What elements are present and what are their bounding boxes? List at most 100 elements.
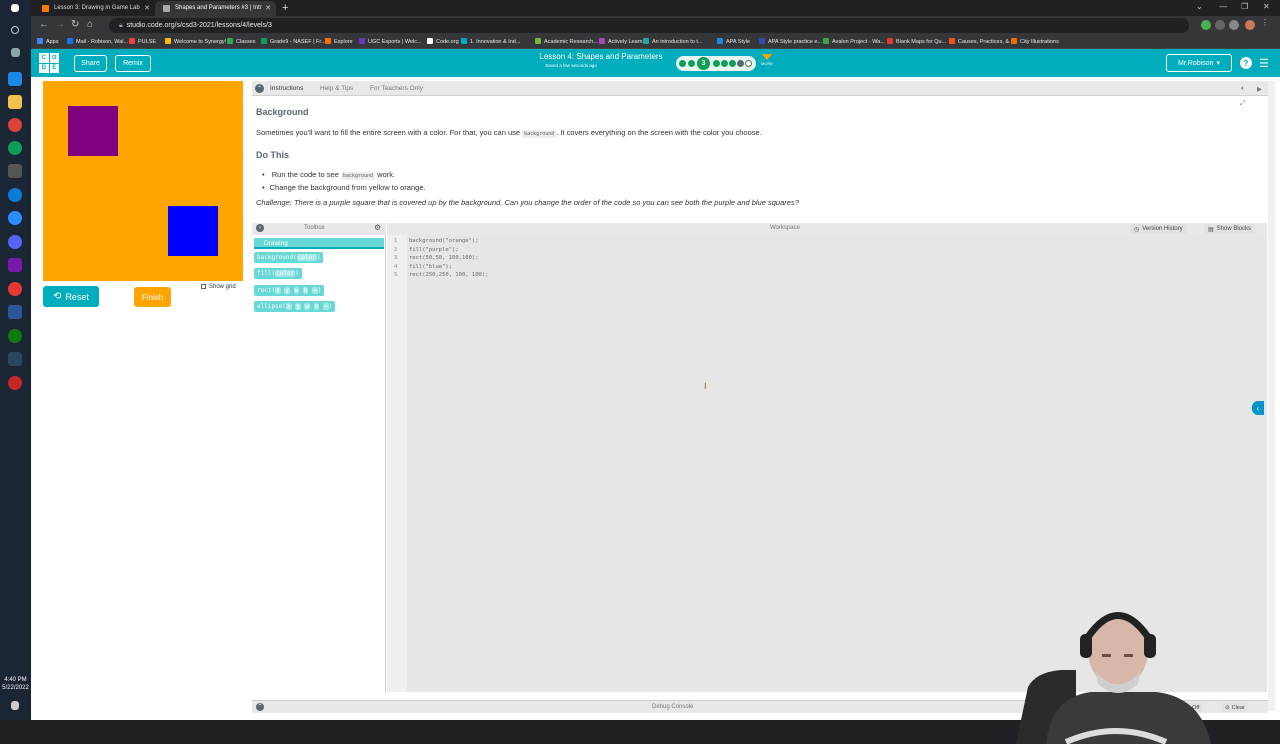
lesson-title[interactable]: Lesson 4: Shapes and Parameters: [501, 52, 701, 61]
bookmark-item[interactable]: Code.org: [427, 38, 459, 45]
steam-icon[interactable]: [8, 72, 22, 86]
store-icon[interactable]: [8, 164, 22, 178]
level-dot[interactable]: [729, 60, 736, 67]
tab-help-tips[interactable]: Help & Tips: [320, 85, 353, 92]
expand-debug-icon[interactable]: ⌃: [256, 703, 264, 711]
play-icon[interactable]: ▶: [1257, 85, 1262, 93]
taskbar-date[interactable]: 5/22/2022: [0, 684, 31, 692]
app-icon[interactable]: [8, 282, 22, 296]
code-line[interactable]: rect(50,50, 100,100);: [409, 255, 479, 261]
bookmark-item[interactable]: APA Style practice e...: [759, 38, 822, 45]
puzzle-icon[interactable]: [1229, 20, 1239, 30]
code-line[interactable]: background("orange");: [409, 238, 479, 244]
block-background[interactable]: background(color): [254, 252, 324, 263]
start-icon[interactable]: [11, 4, 19, 12]
bookmark-item[interactable]: Welcome to Synergy!: [165, 38, 226, 45]
instructions-scrollbar[interactable]: [1268, 81, 1275, 711]
tab-instructions[interactable]: Instructions: [270, 85, 303, 92]
expand-icon[interactable]: ⤢: [1240, 100, 1246, 108]
tab-lesson-3[interactable]: Lesson 3: Drawing in Game Lab ✕: [34, 1, 155, 16]
chrome-alt-icon[interactable]: [8, 141, 22, 155]
level-dot[interactable]: [745, 60, 752, 67]
block-rect[interactable]: rect(x y w h →): [254, 285, 325, 296]
bookmark-item[interactable]: Apps: [37, 38, 59, 45]
onenote-icon[interactable]: [8, 258, 22, 272]
more-levels-button[interactable]: MORE: [761, 54, 773, 66]
close-window-icon[interactable]: ✕: [1263, 2, 1270, 11]
version-history-button[interactable]: ◷ Version History: [1130, 224, 1187, 234]
forward-icon[interactable]: →: [55, 19, 65, 30]
folder-icon[interactable]: [8, 95, 22, 109]
back-icon[interactable]: ←: [39, 19, 49, 30]
collapse-icon[interactable]: ⌃: [255, 84, 264, 93]
level-dot[interactable]: [713, 60, 720, 67]
help-icon[interactable]: ?: [1240, 57, 1252, 69]
bookmark-item[interactable]: Avalon Project - Wa...: [823, 38, 885, 45]
bookmark-item[interactable]: Explore: [325, 38, 353, 45]
close-tab-icon[interactable]: ✕: [144, 4, 150, 12]
profile-avatar[interactable]: [1245, 20, 1255, 30]
extension-icon[interactable]: [1201, 20, 1211, 30]
level-dot[interactable]: [721, 60, 728, 67]
bookmark-item[interactable]: An introduction to t...: [643, 38, 702, 45]
bookmark-item[interactable]: Classes: [227, 38, 256, 45]
zoom-icon[interactable]: [8, 211, 22, 225]
show-blocks-button[interactable]: ▤ Show Blocks: [1204, 224, 1256, 234]
speaker-icon[interactable]: 🔈︎: [1241, 85, 1245, 93]
bookmark-item[interactable]: 1. Innovation & Ind...: [461, 38, 520, 45]
tab-shapes-parameters[interactable]: Shapes and Parameters #3 | Intr ✕: [155, 1, 276, 16]
collapse-toolbox-icon[interactable]: ‹: [256, 224, 264, 232]
restore-icon[interactable]: ❐: [1241, 2, 1248, 11]
show-grid-checkbox[interactable]: Show grid: [201, 284, 236, 290]
category-drawing[interactable]: Drawing: [254, 238, 384, 249]
user-menu-button[interactable]: Mr.Robison ▾: [1166, 54, 1232, 72]
code-line[interactable]: fill("purple");: [409, 247, 459, 253]
bookmark-item[interactable]: Blank Maps for Qu...: [887, 38, 946, 45]
minimize-icon[interactable]: —: [1219, 2, 1227, 11]
bookmark-item[interactable]: APA Style: [717, 38, 750, 45]
chrome-icon[interactable]: [8, 118, 22, 132]
bookmark-star-icon[interactable]: [1215, 20, 1225, 30]
bookmark-item[interactable]: Grade9 - NASEF | Fr...: [261, 38, 326, 45]
finish-button[interactable]: Finish: [134, 287, 171, 307]
game-canvas[interactable]: [43, 81, 243, 281]
bookmark-item[interactable]: Mail - Robison, Wal...: [67, 38, 128, 45]
bookmark-item[interactable]: PULSE: [129, 38, 156, 45]
code-line[interactable]: fill("blue");: [409, 264, 452, 270]
side-panel-toggle-icon[interactable]: ‹: [1252, 401, 1264, 415]
tab-teachers-only[interactable]: For Teachers Only: [370, 85, 423, 92]
reload-icon[interactable]: ↻: [71, 19, 79, 30]
level-dot[interactable]: [737, 60, 744, 67]
bookmark-item[interactable]: Actively Learn: [599, 38, 643, 45]
gear-icon[interactable]: ⚙: [374, 223, 381, 232]
taskbar-time[interactable]: 4:40 PM: [0, 676, 31, 684]
current-level-dot[interactable]: 3: [697, 57, 710, 70]
taskview-icon[interactable]: [11, 48, 20, 57]
close-tab-icon[interactable]: ✕: [265, 4, 271, 12]
xbox-icon[interactable]: [8, 329, 22, 343]
discord-icon[interactable]: [8, 235, 22, 249]
block-ellipse[interactable]: ellipse(x y w h →): [254, 301, 336, 312]
inline-code[interactable]: background: [340, 172, 376, 180]
level-dot[interactable]: [688, 60, 695, 67]
tab-search-icon[interactable]: ⌄: [1196, 2, 1203, 11]
bookmark-item[interactable]: UGC Esports | Welc...: [359, 38, 422, 45]
inline-code[interactable]: background: [522, 130, 557, 138]
hamburger-icon[interactable]: ☰: [1259, 57, 1269, 70]
record-icon[interactable]: [8, 376, 22, 390]
bookmark-item[interactable]: Academic Research...: [535, 38, 598, 45]
edge-icon[interactable]: [8, 188, 22, 202]
kebab-menu-icon[interactable]: ⋮: [1261, 18, 1271, 28]
new-tab-icon[interactable]: +: [282, 2, 288, 14]
word-icon[interactable]: [8, 305, 22, 319]
url-field[interactable]: 🔒︎ studio.code.org/s/csd3-2021/lessons/4/…: [109, 18, 1189, 33]
block-fill[interactable]: fill(color): [254, 268, 302, 279]
code-line[interactable]: rect(250,250, 100, 100);: [409, 272, 488, 278]
steam-alt-icon[interactable]: [8, 352, 22, 366]
notification-icon[interactable]: [11, 701, 19, 710]
codeorg-logo[interactable]: C O D E: [39, 53, 59, 73]
level-dot[interactable]: [679, 60, 686, 67]
search-icon[interactable]: [11, 26, 19, 34]
bookmark-item[interactable]: City Illustrations: [1011, 38, 1059, 45]
remix-button[interactable]: Remix: [115, 55, 151, 72]
